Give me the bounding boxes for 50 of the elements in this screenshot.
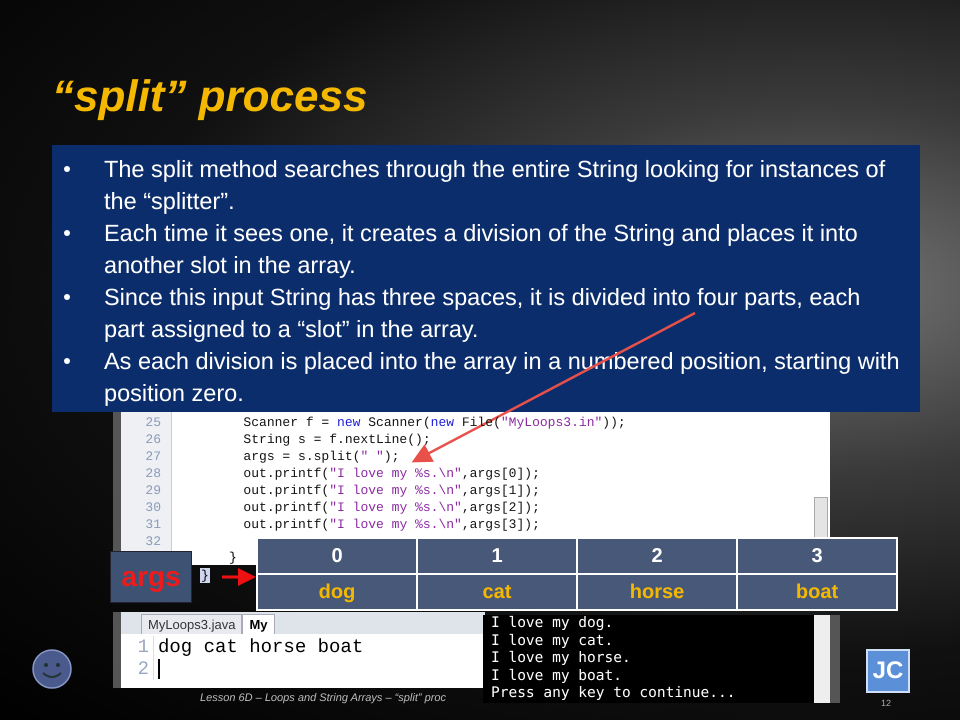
console-line: I love my dog. xyxy=(491,615,614,632)
code-line: out.printf("I love my %s.\n",args[0]); xyxy=(242,465,540,482)
code-line: out.printf("I love my %s.\n",args[1]); xyxy=(242,482,540,499)
value-cell: boat xyxy=(737,574,897,610)
console-line: I love my cat. xyxy=(491,632,614,650)
bullet-icon xyxy=(64,166,70,172)
scrollbar[interactable] xyxy=(814,615,830,703)
line-number: 2 xyxy=(121,658,154,680)
line-number: 30 xyxy=(144,499,161,516)
line-number: 32 xyxy=(144,533,161,550)
text-line: dog cat horse boat xyxy=(158,636,364,658)
bullet-icon xyxy=(64,294,70,300)
variable-label: args xyxy=(110,551,192,603)
line-number: 1 xyxy=(121,636,154,658)
value-cell: dog xyxy=(257,574,417,610)
console-line: I love my boat. xyxy=(491,668,623,685)
slide-title: “split” process xyxy=(52,72,368,122)
index-cell: 2 xyxy=(577,538,737,574)
smiley-icon[interactable] xyxy=(31,648,73,690)
page-number: 12 xyxy=(881,698,892,708)
bullet-text: The split method searches through the entire String looking for instances of the “splitter”. xyxy=(104,155,886,216)
code-line: out.printf("I love my %s.\n",args[3]); xyxy=(242,516,540,533)
file-tab[interactable]: MyLoops3.java xyxy=(141,614,242,634)
console-line: I love my horse. xyxy=(491,650,632,668)
index-cell: 1 xyxy=(417,538,577,574)
bullet-text: Since this input String has three spaces, it is divided into four parts, each part assigned to a “slot” in the array. xyxy=(104,283,862,344)
bullet-icon xyxy=(64,230,70,236)
line-number: 26 xyxy=(144,431,161,448)
value-cell: cat xyxy=(417,574,577,610)
text-cursor xyxy=(158,659,160,679)
value-cell: horse xyxy=(577,574,737,610)
slide-footer: Lesson 6D – Loops and String Arrays – “split” proc xyxy=(200,692,446,704)
code-line: String s = f.nextLine(); xyxy=(242,431,431,448)
pointer-arrow xyxy=(222,568,256,586)
index-cell: 3 xyxy=(737,538,897,574)
logo: JC xyxy=(866,649,910,693)
line-number: 31 xyxy=(144,516,161,533)
bullet-text: Each time it sees one, it creates a division of the String and places it into another slot in the array. xyxy=(104,219,859,280)
console-line: Press any key to continue... xyxy=(491,685,736,702)
code-line: args = s.split(" "); xyxy=(242,448,400,465)
file-tab[interactable]: My xyxy=(242,614,275,634)
code-line: out.printf("I love my %s.\n",args[2]); xyxy=(242,499,540,516)
scrollbar[interactable] xyxy=(814,497,828,539)
line-number: 28 xyxy=(144,465,161,482)
line-number: 25 xyxy=(144,414,161,431)
line-number: 29 xyxy=(144,482,161,499)
code-line: } xyxy=(229,550,237,565)
bullet-icon xyxy=(64,358,70,364)
line-number: 27 xyxy=(144,448,161,465)
index-cell: 0 xyxy=(257,538,417,574)
